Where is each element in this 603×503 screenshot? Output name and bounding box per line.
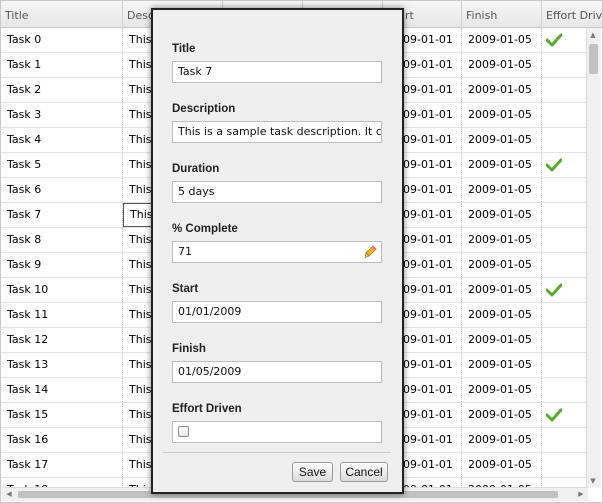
effort-driven-cell[interactable]: [542, 203, 589, 227]
title-cell[interactable]: Task 1: [1, 53, 123, 77]
effort-driven-checkbox[interactable]: [178, 426, 189, 437]
finish-cell[interactable]: 2009-01-05: [462, 128, 542, 152]
title-field[interactable]: Task 7: [172, 61, 382, 83]
vertical-scrollbar[interactable]: ▲ ▼: [586, 28, 601, 488]
title-cell[interactable]: Task 13: [1, 353, 123, 377]
finish-cell[interactable]: 2009-01-05: [462, 103, 542, 127]
finish-label: Finish: [172, 343, 206, 355]
percent-complete-field[interactable]: 71: [172, 241, 382, 263]
effort-driven-cell[interactable]: [542, 28, 589, 52]
percent-complete-value: 71: [178, 245, 192, 258]
duration-label: Duration: [172, 163, 220, 175]
effort-driven-cell[interactable]: [542, 103, 589, 127]
finish-cell[interactable]: 2009-01-05: [462, 253, 542, 277]
finish-cell[interactable]: 2009-01-05: [462, 428, 542, 452]
scroll-up-arrow-icon[interactable]: ▲: [587, 29, 599, 41]
cancel-button[interactable]: Cancel: [340, 462, 388, 482]
scroll-left-arrow-icon[interactable]: ◀: [3, 488, 15, 500]
effort-driven-field: [172, 421, 382, 443]
description-field[interactable]: This is a sample task description. It ca…: [172, 121, 382, 143]
effort-driven-cell[interactable]: [542, 153, 589, 177]
effort-driven-cell[interactable]: [542, 403, 589, 427]
title-cell[interactable]: Task 3: [1, 103, 123, 127]
title-cell[interactable]: Task 2: [1, 78, 123, 102]
dialog-divider: [163, 452, 391, 453]
title-cell[interactable]: Task 5: [1, 153, 123, 177]
duration-field[interactable]: 5 days: [172, 181, 382, 203]
start-date-field[interactable]: 01/01/2009: [172, 301, 382, 323]
vertical-scroll-thumb[interactable]: [589, 44, 598, 74]
effort-driven-cell[interactable]: [542, 353, 589, 377]
finish-cell[interactable]: 2009-01-05: [462, 453, 542, 477]
title-cell[interactable]: Task 0: [1, 28, 123, 52]
effort-driven-cell[interactable]: [542, 453, 589, 477]
finish-cell[interactable]: 2009-01-05: [462, 28, 542, 52]
effort-driven-cell[interactable]: [542, 178, 589, 202]
title-cell[interactable]: Task 11: [1, 303, 123, 327]
title-cell[interactable]: Task 7: [1, 203, 123, 227]
title-cell[interactable]: Task 17: [1, 453, 123, 477]
effort-driven-label: Effort Driven: [172, 403, 242, 415]
effort-driven-cell[interactable]: [542, 78, 589, 102]
checkmark-icon: [545, 32, 563, 52]
effort-driven-cell[interactable]: [542, 253, 589, 277]
title-cell[interactable]: Task 15: [1, 403, 123, 427]
pencil-icon[interactable]: [364, 245, 377, 262]
finish-cell[interactable]: 2009-01-05: [462, 278, 542, 302]
title-cell[interactable]: Task 12: [1, 328, 123, 352]
scroll-down-arrow-icon[interactable]: ▼: [587, 475, 599, 487]
title-cell[interactable]: Task 16: [1, 428, 123, 452]
save-button[interactable]: Save: [292, 462, 333, 482]
effort-driven-cell[interactable]: [542, 53, 589, 77]
checkmark-icon: [545, 407, 563, 427]
scroll-right-arrow-icon[interactable]: ▶: [575, 488, 587, 500]
finish-cell[interactable]: 2009-01-05: [462, 203, 542, 227]
percent-complete-label: % Complete: [172, 223, 238, 235]
finish-cell[interactable]: 2009-01-05: [462, 53, 542, 77]
column-header-effort-driven[interactable]: Effort Driven: [542, 1, 602, 27]
finish-cell[interactable]: 2009-01-05: [462, 328, 542, 352]
finish-cell[interactable]: 2009-01-05: [462, 403, 542, 427]
checkmark-icon: [545, 282, 563, 302]
effort-driven-cell[interactable]: [542, 428, 589, 452]
column-header-finish[interactable]: Finish: [462, 1, 542, 27]
finish-cell[interactable]: 2009-01-05: [462, 303, 542, 327]
finish-cell[interactable]: 2009-01-05: [462, 78, 542, 102]
finish-cell[interactable]: 2009-01-05: [462, 153, 542, 177]
description-label: Description: [172, 103, 236, 115]
title-cell[interactable]: Task 9: [1, 253, 123, 277]
title-cell[interactable]: Task 4: [1, 128, 123, 152]
effort-driven-cell[interactable]: [542, 328, 589, 352]
start-label: Start: [172, 283, 199, 295]
title-cell[interactable]: Task 10: [1, 278, 123, 302]
checkmark-icon: [545, 157, 563, 177]
finish-cell[interactable]: 2009-01-05: [462, 228, 542, 252]
finish-cell[interactable]: 2009-01-05: [462, 178, 542, 202]
effort-driven-cell[interactable]: [542, 378, 589, 402]
title-cell[interactable]: Task 8: [1, 228, 123, 252]
finish-date-field[interactable]: 01/05/2009: [172, 361, 382, 383]
task-editor-dialog: Title Task 7 Description This is a sampl…: [151, 8, 404, 494]
column-header-title[interactable]: Title: [1, 1, 123, 27]
finish-cell[interactable]: 2009-01-05: [462, 353, 542, 377]
effort-driven-cell[interactable]: [542, 128, 589, 152]
effort-driven-cell[interactable]: [542, 228, 589, 252]
title-cell[interactable]: Task 6: [1, 178, 123, 202]
effort-driven-cell[interactable]: [542, 303, 589, 327]
title-label: Title: [172, 43, 196, 55]
title-cell[interactable]: Task 14: [1, 378, 123, 402]
effort-driven-cell[interactable]: [542, 278, 589, 302]
finish-cell[interactable]: 2009-01-05: [462, 378, 542, 402]
